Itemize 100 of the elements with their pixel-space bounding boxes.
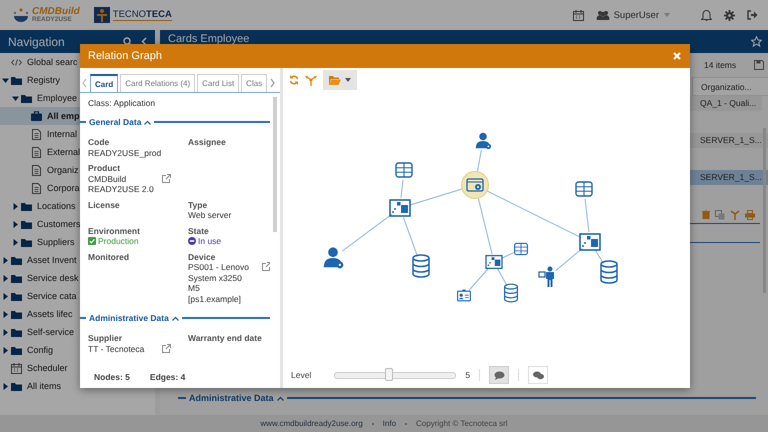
folder-icon — [21, 202, 32, 210]
external-link-icon[interactable] — [262, 262, 270, 271]
level-label: Level — [291, 370, 312, 380]
level-value: 5 — [465, 370, 470, 380]
section-title: Administrative Data — [189, 393, 274, 403]
scrollbar[interactable] — [273, 97, 277, 232]
edge-line — [402, 216, 418, 258]
cluster-icon[interactable] — [485, 254, 503, 270]
company-logo-icon — [94, 7, 110, 23]
chevron-icon[interactable] — [172, 316, 179, 320]
server-icon[interactable] — [575, 181, 593, 197]
footer-link[interactable]: www.cmdbuildready2use.org — [260, 419, 363, 428]
edge-line — [497, 268, 508, 286]
expand-arrow-icon[interactable] — [2, 292, 9, 300]
users-icon — [596, 10, 610, 20]
folder-icon — [11, 292, 22, 300]
database-icon[interactable] — [504, 284, 518, 302]
folder-icon — [11, 256, 22, 264]
refresh-icon[interactable] — [289, 75, 299, 85]
user-icon[interactable] — [324, 247, 344, 268]
comments-button[interactable] — [528, 366, 548, 384]
folder-dropdown-button[interactable] — [323, 70, 357, 90]
chevron-icon[interactable] — [276, 396, 284, 400]
field-label: Supplier — [88, 333, 124, 344]
edge-line — [477, 149, 482, 172]
table-cell[interactable]: QA_1 - Quali... — [690, 96, 762, 111]
tab[interactable]: Card — [90, 74, 118, 92]
expand-arrow-icon[interactable] — [12, 94, 19, 102]
logout-icon[interactable] — [747, 10, 758, 20]
expand-arrow-icon[interactable] — [2, 274, 9, 282]
comment-icon — [494, 370, 505, 380]
nodes-count: Nodes: 5 — [94, 372, 130, 382]
expand-arrow-icon[interactable] — [2, 328, 9, 336]
bell-icon[interactable] — [701, 9, 712, 21]
slider-thumb[interactable] — [385, 368, 394, 380]
edge-line — [400, 179, 404, 199]
field-value: READY2USE_prod — [88, 148, 162, 158]
calendar-icon[interactable] — [572, 10, 584, 20]
footer-link[interactable]: Info — [382, 419, 396, 428]
settings-icon[interactable] — [724, 10, 735, 20]
expand-arrow-icon[interactable] — [2, 76, 9, 84]
document-icon — [32, 146, 41, 158]
item-count: 14 items — [704, 60, 736, 70]
section-title: General Data — [89, 117, 142, 127]
class-label: Class: Application — [88, 98, 156, 108]
edges-count: Edges: 4 — [150, 372, 186, 382]
user-menu-button[interactable]: SuperUser — [596, 10, 671, 20]
database-icon[interactable] — [412, 254, 430, 278]
cluster-icon[interactable] — [579, 233, 601, 251]
field-value: Production — [98, 236, 139, 246]
folder-icon — [11, 310, 22, 318]
column-header[interactable]: Organizatio... — [692, 77, 768, 96]
close-icon — [673, 52, 681, 60]
star-icon[interactable] — [751, 36, 762, 47]
server-icon[interactable] — [395, 162, 413, 178]
expand-arrow-icon[interactable] — [2, 256, 9, 264]
chevron-icon[interactable] — [144, 120, 152, 124]
expand-arrow-icon[interactable] — [2, 310, 9, 318]
edge-line — [594, 250, 604, 264]
expand-arrow-icon[interactable] — [2, 382, 9, 390]
collapse-icon[interactable] — [141, 37, 147, 46]
server-icon[interactable] — [514, 242, 528, 256]
application-icon[interactable] — [461, 171, 489, 199]
edge-line — [342, 214, 392, 252]
tab[interactable]: Card List — [197, 74, 240, 92]
id-card-icon[interactable] — [457, 290, 471, 302]
field-label: Type — [188, 200, 208, 210]
panel-title: Cards Employee — [168, 33, 250, 45]
table-cell[interactable]: SERVER_1_S... — [690, 170, 768, 185]
database-icon[interactable] — [600, 260, 618, 284]
external-link-icon[interactable] — [162, 344, 171, 352]
field-label: Code — [88, 137, 110, 148]
tab[interactable]: Card Relations (4) — [120, 74, 196, 92]
person-icon[interactable] — [538, 266, 554, 287]
section-title: Administrative Data — [89, 313, 169, 323]
comment-button[interactable] — [489, 366, 510, 384]
expand-arrow-icon[interactable] — [12, 238, 19, 246]
edge-line — [555, 248, 583, 272]
calendar-icon — [11, 362, 22, 374]
folder-open-icon — [329, 76, 341, 84]
folder-icon — [11, 274, 22, 282]
fork-icon[interactable] — [305, 74, 317, 86]
folder-icon — [21, 238, 32, 246]
tab[interactable]: Clas — [241, 74, 268, 92]
briefcase-icon — [31, 111, 42, 121]
comments-icon — [532, 370, 544, 380]
document-icon — [32, 128, 41, 140]
cluster-icon[interactable] — [389, 199, 411, 217]
table-cell[interactable]: SERVER_1_S... — [690, 133, 768, 148]
edge-line — [468, 268, 490, 290]
external-link-icon[interactable] — [162, 174, 171, 182]
expand-arrow-icon[interactable] — [12, 202, 19, 210]
save-icon[interactable] — [754, 60, 764, 70]
dialog-title: Relation Graph — [88, 50, 163, 62]
user-icon[interactable] — [476, 132, 492, 150]
expand-arrow-icon[interactable] — [2, 346, 9, 354]
expand-arrow-icon[interactable] — [12, 220, 19, 228]
edge-line — [500, 252, 514, 259]
field-label: Device — [188, 252, 216, 262]
close-button[interactable] — [673, 52, 681, 60]
